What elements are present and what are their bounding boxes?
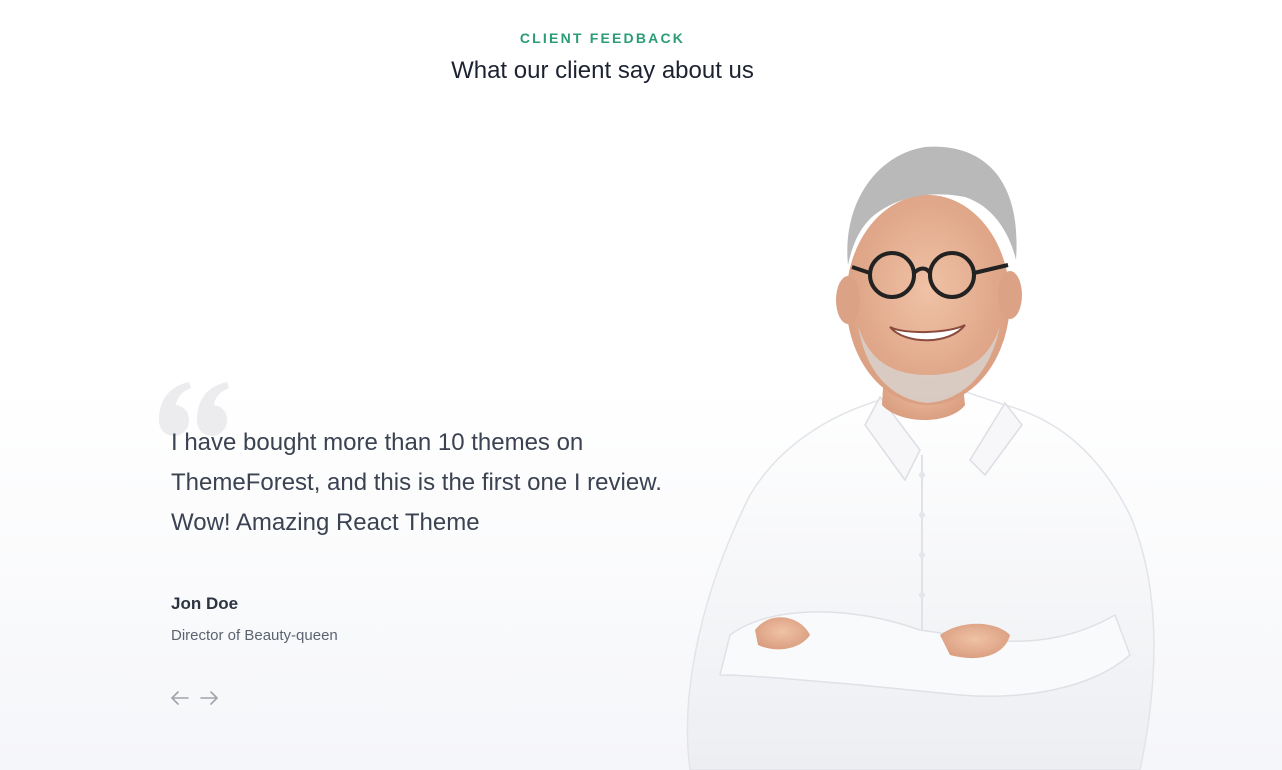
client-portrait-image	[686, 146, 1155, 770]
prev-arrow-button[interactable]	[169, 688, 191, 708]
author-name: Jon Doe	[171, 594, 239, 613]
arrow-left-icon	[171, 691, 189, 705]
next-arrow-button[interactable]	[198, 688, 220, 708]
section-eyebrow: CLIENT FEEDBACK	[519, 30, 686, 46]
section-title: What our client say about us	[451, 57, 754, 84]
author-role: Director of Beauty-queen	[171, 627, 338, 644]
arrow-right-icon	[200, 691, 218, 705]
testimonial-quote: I have bought more than 10 themes on The…	[171, 429, 662, 536]
